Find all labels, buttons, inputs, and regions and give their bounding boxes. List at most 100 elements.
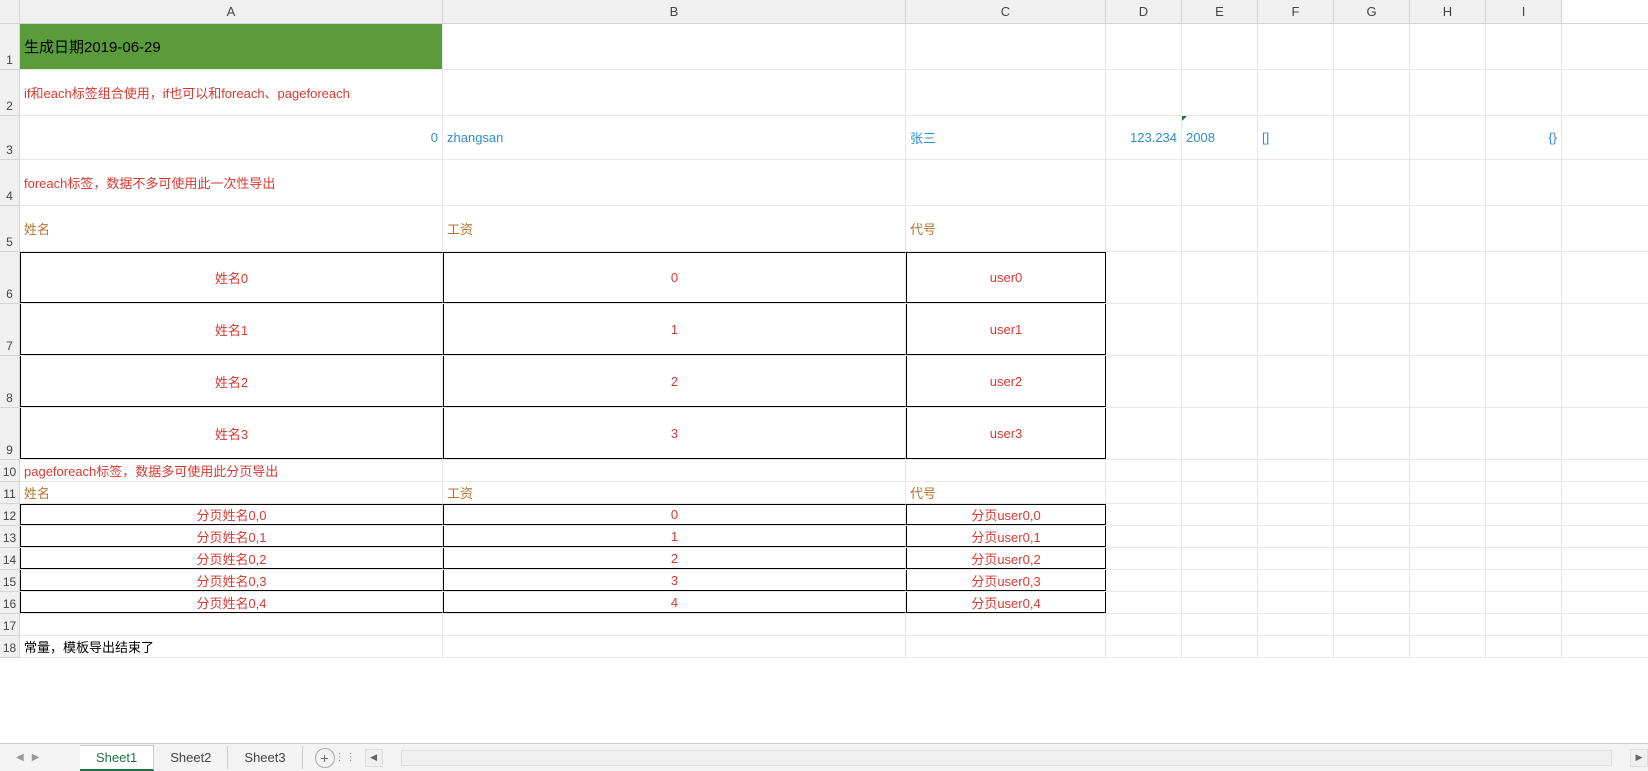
cell-G2[interactable] — [1334, 70, 1410, 115]
select-all-corner[interactable] — [0, 0, 20, 24]
col-header-E[interactable]: E — [1182, 0, 1258, 23]
sheet-tab-3[interactable]: Sheet3 — [228, 746, 302, 769]
cell-C12[interactable]: 分页user0,0 — [906, 504, 1106, 525]
col-header-I[interactable]: I — [1486, 0, 1562, 23]
cell-D14[interactable] — [1106, 548, 1182, 569]
sheet-tab-2[interactable]: Sheet2 — [154, 746, 228, 769]
cell-D10[interactable] — [1106, 460, 1182, 481]
cell-D12[interactable] — [1106, 504, 1182, 525]
cell-I9[interactable] — [1486, 408, 1562, 459]
cell-I15[interactable] — [1486, 570, 1562, 591]
col-header-F[interactable]: F — [1258, 0, 1334, 23]
cell-H2[interactable] — [1410, 70, 1486, 115]
tab-nav-prev-icon[interactable]: ◀ — [16, 752, 24, 763]
cell-F3[interactable]: [] — [1258, 116, 1334, 159]
cell-G16[interactable] — [1334, 592, 1410, 613]
cell-F10[interactable] — [1258, 460, 1334, 481]
cell-D5[interactable] — [1106, 206, 1182, 251]
cell-B12[interactable]: 0 — [443, 504, 906, 525]
row-header-18[interactable]: 18 — [0, 636, 20, 658]
cell-I10[interactable] — [1486, 460, 1562, 481]
cell-A15[interactable]: 分页姓名0,3 — [20, 570, 443, 591]
cell-H13[interactable] — [1410, 526, 1486, 547]
cell-D7[interactable] — [1106, 304, 1182, 355]
cell-E18[interactable] — [1182, 636, 1258, 657]
cell-G11[interactable] — [1334, 482, 1410, 503]
cell-B14[interactable]: 2 — [443, 548, 906, 569]
cell-E4[interactable] — [1182, 160, 1258, 205]
cell-G9[interactable] — [1334, 408, 1410, 459]
col-header-G[interactable]: G — [1334, 0, 1410, 23]
cell-B6[interactable]: 0 — [443, 252, 906, 303]
tab-nav-next-icon[interactable]: ▶ — [32, 752, 40, 763]
cell-A10[interactable]: pageforeach标签，数据多可使用此分页导出 — [20, 460, 443, 481]
cell-E9[interactable] — [1182, 408, 1258, 459]
cell-H3[interactable] — [1410, 116, 1486, 159]
cell-H5[interactable] — [1410, 206, 1486, 251]
cell-F4[interactable] — [1258, 160, 1334, 205]
cell-G3[interactable] — [1334, 116, 1410, 159]
tab-grip-icon[interactable]: ⋮⋮ — [335, 752, 357, 763]
cell-H9[interactable] — [1410, 408, 1486, 459]
row-header-17[interactable]: 17 — [0, 614, 20, 636]
cell-E5[interactable] — [1182, 206, 1258, 251]
cell-E12[interactable] — [1182, 504, 1258, 525]
row-header-5[interactable]: 5 — [0, 206, 20, 252]
cell-D11[interactable] — [1106, 482, 1182, 503]
cell-D4[interactable] — [1106, 160, 1182, 205]
cell-I4[interactable] — [1486, 160, 1562, 205]
cell-F5[interactable] — [1258, 206, 1334, 251]
cell-D13[interactable] — [1106, 526, 1182, 547]
cell-G5[interactable] — [1334, 206, 1410, 251]
hscroll-track[interactable] — [401, 750, 1612, 766]
cell-C10[interactable] — [906, 460, 1106, 481]
row-header-15[interactable]: 15 — [0, 570, 20, 592]
cell-E1[interactable] — [1182, 24, 1258, 69]
cell-I12[interactable] — [1486, 504, 1562, 525]
cell-I6[interactable] — [1486, 252, 1562, 303]
cell-E17[interactable] — [1182, 614, 1258, 635]
cell-E3[interactable]: 2008 — [1182, 116, 1258, 159]
cell-B5[interactable]: 工资 — [443, 206, 906, 251]
cell-F18[interactable] — [1258, 636, 1334, 657]
row-header-8[interactable]: 8 — [0, 356, 20, 408]
cell-C18[interactable] — [906, 636, 1106, 657]
cell-F13[interactable] — [1258, 526, 1334, 547]
cell-A18[interactable]: 常量，模板导出结束了 — [20, 636, 443, 657]
row-header-7[interactable]: 7 — [0, 304, 20, 356]
cell-A5[interactable]: 姓名 — [20, 206, 443, 251]
cell-B8[interactable]: 2 — [443, 356, 906, 407]
cell-F17[interactable] — [1258, 614, 1334, 635]
col-header-H[interactable]: H — [1410, 0, 1486, 23]
cell-D17[interactable] — [1106, 614, 1182, 635]
cell-I1[interactable] — [1486, 24, 1562, 69]
cell-F15[interactable] — [1258, 570, 1334, 591]
cell-F7[interactable] — [1258, 304, 1334, 355]
col-header-C[interactable]: C — [906, 0, 1106, 23]
cell-C13[interactable]: 分页user0,1 — [906, 526, 1106, 547]
cell-D9[interactable] — [1106, 408, 1182, 459]
row-header-3[interactable]: 3 — [0, 116, 20, 160]
col-header-B[interactable]: B — [443, 0, 906, 23]
cell-C15[interactable]: 分页user0,3 — [906, 570, 1106, 591]
cell-I13[interactable] — [1486, 526, 1562, 547]
cell-H15[interactable] — [1410, 570, 1486, 591]
cell-A16[interactable]: 分页姓名0,4 — [20, 592, 443, 613]
cell-G1[interactable] — [1334, 24, 1410, 69]
cell-G17[interactable] — [1334, 614, 1410, 635]
cell-C16[interactable]: 分页user0,4 — [906, 592, 1106, 613]
hscroll-right-button[interactable]: ▶ — [1630, 749, 1648, 767]
cell-G4[interactable] — [1334, 160, 1410, 205]
row-header-14[interactable]: 14 — [0, 548, 20, 570]
cell-C7[interactable]: user1 — [906, 304, 1106, 355]
cell-D2[interactable] — [1106, 70, 1182, 115]
cell-I5[interactable] — [1486, 206, 1562, 251]
cell-I18[interactable] — [1486, 636, 1562, 657]
row-header-9[interactable]: 9 — [0, 408, 20, 460]
cell-B18[interactable] — [443, 636, 906, 657]
hscroll-left-button[interactable]: ◀ — [365, 749, 383, 767]
cell-F2[interactable] — [1258, 70, 1334, 115]
cell-G12[interactable] — [1334, 504, 1410, 525]
row-header-12[interactable]: 12 — [0, 504, 20, 526]
cell-G10[interactable] — [1334, 460, 1410, 481]
